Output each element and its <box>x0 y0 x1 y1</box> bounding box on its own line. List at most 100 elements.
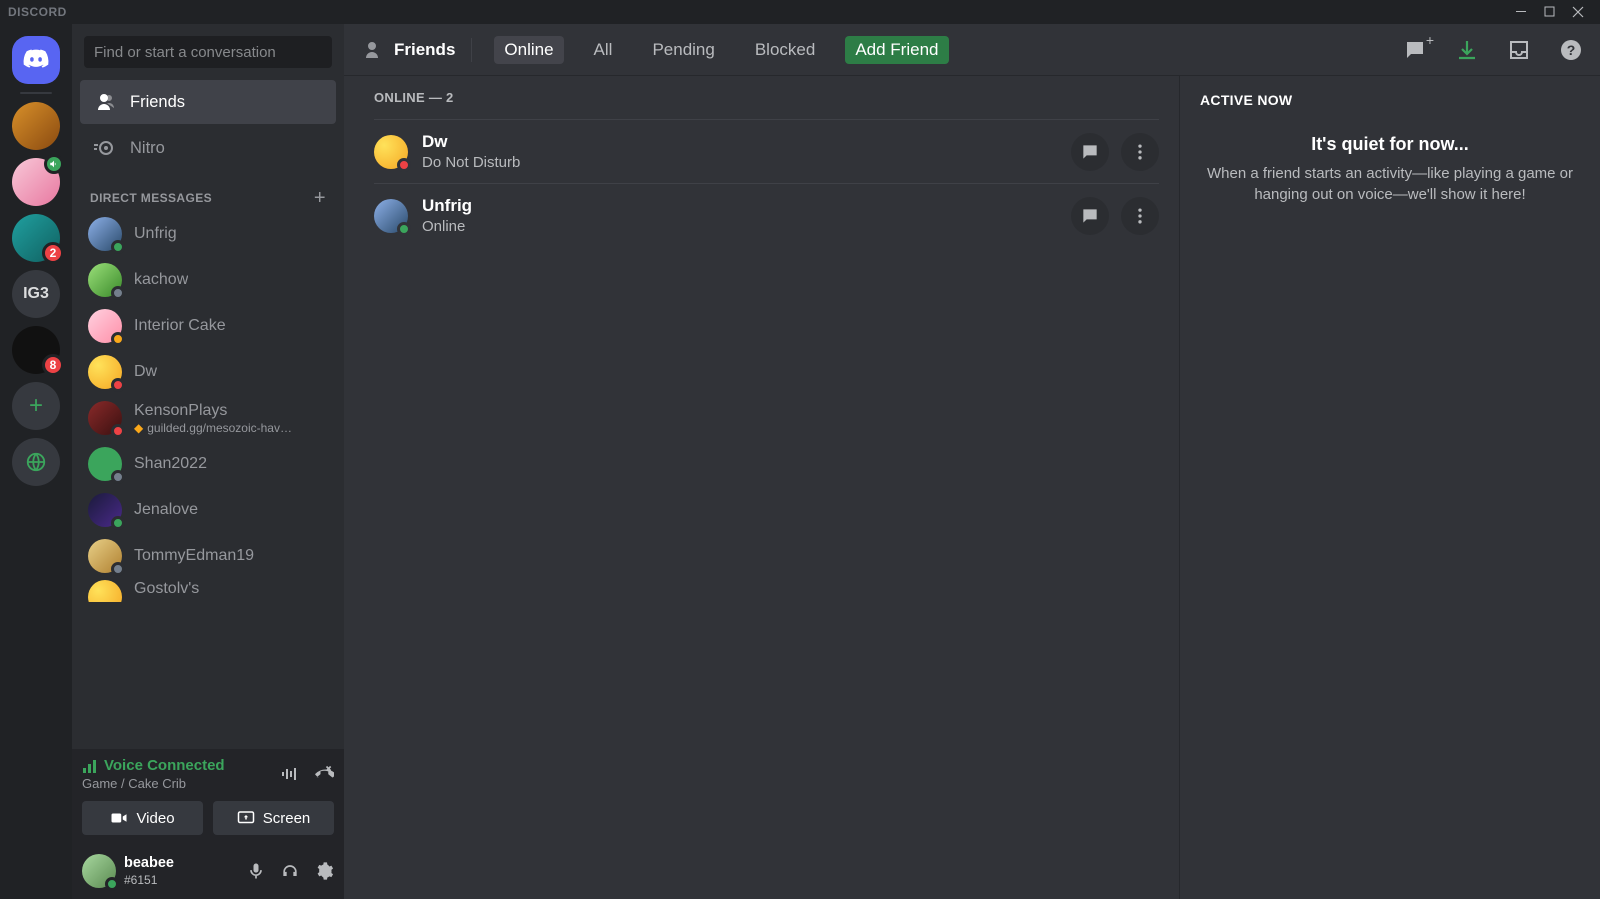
friends-list-column: ONLINE — 2 DwDo Not DisturbUnfrigOnline <box>344 76 1180 899</box>
server-rail: 2 IG3 8 + <box>0 24 72 899</box>
dm-name: kachow <box>134 271 188 289</box>
server-5[interactable]: 8 <box>12 326 60 374</box>
dm-header-label: DIRECT MESSAGES <box>90 191 212 205</box>
active-now-column: ACTIVE NOW It's quiet for now... When a … <box>1180 76 1600 899</box>
tab-all[interactable]: All <box>584 36 623 64</box>
inbox-button[interactable] <box>1506 37 1532 63</box>
nitro-icon <box>92 136 116 160</box>
dm-item[interactable]: Shan2022 <box>80 442 336 486</box>
dm-name: TommyEdman19 <box>134 547 254 565</box>
friend-avatar <box>374 135 408 169</box>
status-indicator <box>111 470 125 484</box>
friends-icon <box>360 38 384 62</box>
status-indicator <box>111 378 125 392</box>
nav-friends[interactable]: Friends <box>80 80 336 124</box>
voice-status-label: Voice Connected <box>104 757 225 774</box>
video-button[interactable]: Video <box>82 801 203 835</box>
add-server-button[interactable]: + <box>12 382 60 430</box>
conversation-search-input[interactable] <box>84 36 332 68</box>
dm-name: Shan2022 <box>134 455 207 473</box>
dm-avatar <box>88 580 122 602</box>
unread-badge: 2 <box>42 242 64 264</box>
more-button[interactable] <box>1121 133 1159 171</box>
user-settings-button[interactable] <box>314 861 334 881</box>
dm-item[interactable]: TommyEdman19 <box>80 534 336 578</box>
dm-sidebar: Friends Nitro DIRECT MESSAGES + Unfrig ka… <box>72 24 344 899</box>
dm-avatar <box>88 539 122 573</box>
dm-item[interactable]: Interior Cake <box>80 304 336 348</box>
voice-channel-label[interactable]: Game / Cake Crib <box>82 776 225 791</box>
dm-list: Unfrig kachow Interior Cake Dw KensonPlays◆ … <box>72 212 344 749</box>
deafen-button[interactable] <box>280 861 300 881</box>
status-indicator <box>111 562 125 576</box>
window-maximize-button[interactable] <box>1536 0 1564 24</box>
plus-icon: + <box>1426 33 1434 47</box>
noise-suppression-button[interactable] <box>280 764 300 784</box>
tab-pending[interactable]: Pending <box>642 36 724 64</box>
dm-avatar <box>88 447 122 481</box>
dm-name: Unfrig <box>134 225 177 243</box>
friend-row[interactable]: DwDo Not Disturb <box>374 119 1159 183</box>
screen-share-button[interactable]: Screen <box>213 801 334 835</box>
dm-name: Jenalove <box>134 501 198 519</box>
dm-item[interactable]: Jenalove <box>80 488 336 532</box>
dm-name: Dw <box>134 363 157 381</box>
status-indicator <box>111 286 125 300</box>
server-2[interactable] <box>12 158 60 206</box>
dm-avatar <box>88 355 122 389</box>
friend-status: Do Not Disturb <box>422 154 520 171</box>
screen-icon <box>237 809 255 827</box>
nav-nitro[interactable]: Nitro <box>80 126 336 170</box>
self-username: beabee <box>124 855 174 872</box>
server-3[interactable]: 2 <box>12 214 60 262</box>
dm-name: KensonPlays <box>134 402 292 420</box>
nav-nitro-label: Nitro <box>130 139 165 158</box>
friend-row[interactable]: UnfrigOnline <box>374 183 1159 247</box>
dm-item[interactable]: kachow <box>80 258 336 302</box>
self-tag: #6151 <box>124 873 174 887</box>
dm-name: Interior Cake <box>134 317 226 335</box>
more-button[interactable] <box>1121 197 1159 235</box>
user-panel: beabee #6151 <box>72 843 344 899</box>
explore-servers-button[interactable] <box>12 438 60 486</box>
home-button[interactable] <box>12 36 60 84</box>
disconnect-button[interactable] <box>314 764 334 784</box>
active-now-body: When a friend starts an activity—like pl… <box>1206 163 1574 205</box>
unread-badge: 8 <box>42 354 64 376</box>
tab-blocked[interactable]: Blocked <box>745 36 825 64</box>
voice-status[interactable]: Voice Connected <box>82 757 225 774</box>
tab-online[interactable]: Online <box>494 36 563 64</box>
new-group-dm-button[interactable]: + <box>1402 37 1428 63</box>
mute-mic-button[interactable] <box>246 861 266 881</box>
friend-name: Unfrig <box>422 196 472 216</box>
status-indicator <box>397 222 411 236</box>
online-count-header: ONLINE — 2 <box>374 90 1159 105</box>
download-button[interactable] <box>1454 37 1480 63</box>
dm-item[interactable]: Gostolv's <box>80 580 336 602</box>
self-status-indicator <box>105 877 119 891</box>
server-4[interactable]: IG3 <box>12 270 60 318</box>
window-close-button[interactable] <box>1564 0 1592 24</box>
active-now-title: ACTIVE NOW <box>1200 92 1580 108</box>
dm-subtext: ◆ guilded.gg/mesozoic-hav… <box>134 421 292 435</box>
top-bar: Friends Online All Pending Blocked Add F… <box>344 24 1600 76</box>
help-button[interactable]: ? <box>1558 37 1584 63</box>
new-dm-button[interactable]: + <box>314 188 326 208</box>
active-now-heading: It's quiet for now... <box>1206 134 1574 155</box>
server-1[interactable] <box>12 102 60 150</box>
message-button[interactable] <box>1071 133 1109 171</box>
self-info[interactable]: beabee #6151 <box>124 855 174 887</box>
main-area: Friends Online All Pending Blocked Add F… <box>344 24 1600 899</box>
dm-avatar <box>88 401 122 435</box>
self-avatar[interactable] <box>82 854 116 888</box>
message-button[interactable] <box>1071 197 1109 235</box>
window-minimize-button[interactable] <box>1508 0 1536 24</box>
dm-item[interactable]: Dw <box>80 350 336 394</box>
tab-add-friend[interactable]: Add Friend <box>845 36 948 64</box>
video-button-label: Video <box>136 810 174 827</box>
dm-item[interactable]: Unfrig <box>80 212 336 256</box>
dm-item[interactable]: KensonPlays◆ guilded.gg/mesozoic-hav… <box>80 396 336 440</box>
dm-avatar <box>88 217 122 251</box>
friends-icon <box>92 90 116 114</box>
status-indicator <box>111 424 125 438</box>
